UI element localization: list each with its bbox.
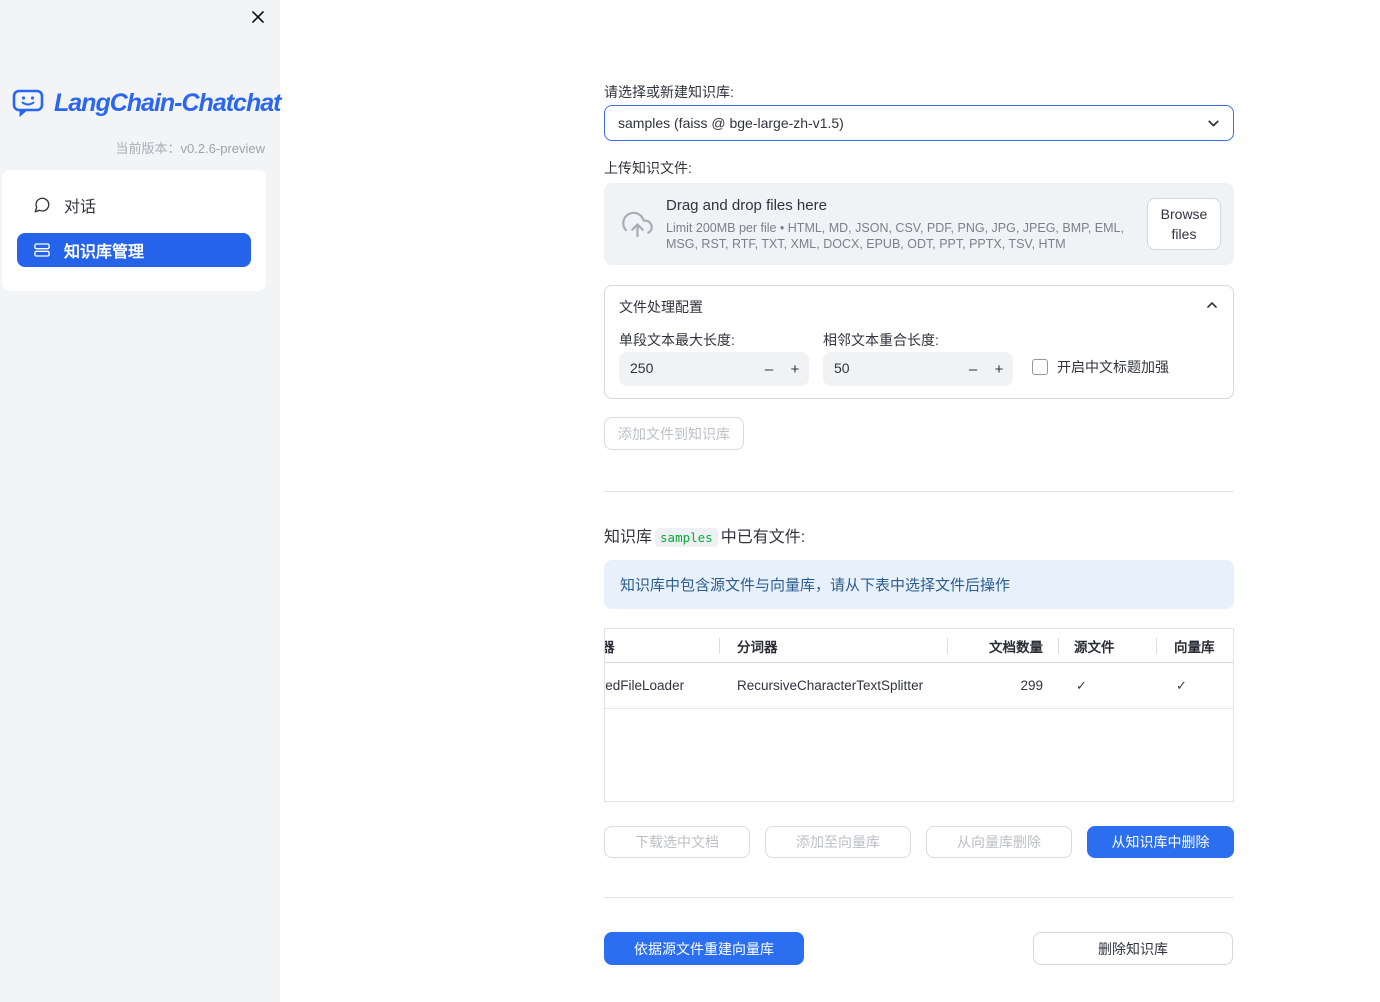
kb-select-value: samples (faiss @ bge-large-zh-v1.5) — [618, 115, 844, 131]
delete-from-kb-button[interactable]: 从知识库中删除 — [1087, 826, 1234, 858]
kb-select-label: 请选择或新建知识库: — [604, 84, 734, 100]
check-icon: ✓ — [1176, 677, 1187, 693]
dropzone-title: Drag and drop files here — [666, 197, 827, 214]
chunk-size-input[interactable]: 250 – + — [619, 352, 809, 386]
database-list-icon — [33, 241, 51, 259]
dropzone-limit-text: Limit 200MB per file • HTML, MD, JSON, C… — [666, 221, 1124, 251]
kb-select[interactable]: samples (faiss @ bge-large-zh-v1.5) — [604, 105, 1234, 141]
divider — [604, 897, 1234, 898]
column-header-splitter[interactable]: 分词器 — [737, 629, 937, 662]
heading-suffix: 中已有文件: — [720, 529, 806, 546]
zh-title-enhance-checkbox[interactable]: 开启中文标题加强 — [1032, 357, 1169, 377]
table-header-row: 文档加载器 分词器 文档数量 源文件 向量库 — [605, 629, 1233, 663]
plus-stepper-button[interactable]: + — [783, 352, 807, 386]
sidebar-menu: 对话 知识库管理 — [2, 170, 266, 291]
column-header-doc-count[interactable]: 文档数量 — [947, 629, 1043, 662]
minus-stepper-button[interactable]: – — [961, 352, 985, 386]
cell-vector-store: ✓ — [1176, 663, 1232, 708]
file-actions-row: 下载选中文档 添加至向量库 从向量库删除 从知识库中删除 — [604, 826, 1234, 858]
table-row[interactable]: UnstructuredFileLoader RecursiveCharacte… — [605, 663, 1233, 709]
check-icon: ✓ — [1076, 677, 1087, 693]
column-divider — [1156, 638, 1157, 654]
version-label: 当前版本： — [115, 141, 181, 156]
upload-label: 上传知识文件: — [604, 160, 692, 176]
file-config-expander: 文件处理配置 单段文本最大长度: 相邻文本重合长度: 250 – + 50 – … — [604, 285, 1234, 399]
column-header-loader[interactable]: 文档加载器 — [605, 629, 719, 662]
close-icon — [250, 9, 266, 25]
rebuild-vector-store-button[interactable]: 依据源文件重建向量库 — [604, 932, 804, 965]
main-content: 请选择或新建知识库: samples (faiss @ bge-large-zh… — [604, 0, 1234, 1002]
info-alert-text: 知识库中包含源文件与向量库，请从下表中选择文件后操作 — [620, 577, 1011, 594]
existing-files-heading: 知识库 samples 中已有文件: — [604, 523, 805, 547]
column-header-vector-store[interactable]: 向量库 — [1174, 629, 1232, 662]
sidebar-item-label: 对话 — [64, 199, 97, 216]
add-files-to-kb-button[interactable]: 添加文件到知识库 — [604, 417, 744, 450]
app-logo: LangChain-Chatchat — [11, 86, 281, 120]
checkbox-label: 开启中文标题加强 — [1057, 359, 1169, 375]
version-info: 当前版本：v0.2.6-preview — [115, 138, 265, 157]
kb-actions-row: 依据源文件重建向量库 删除知识库 — [604, 932, 1234, 966]
minus-stepper-button[interactable]: – — [757, 352, 781, 386]
version-value: v0.2.6-preview — [180, 141, 265, 156]
upload-cloud-icon — [622, 209, 653, 240]
kb-name-code: samples — [655, 528, 718, 547]
browse-files-button[interactable]: Browse files — [1147, 198, 1221, 250]
download-selected-button[interactable]: 下载选中文档 — [604, 826, 750, 858]
file-dropzone[interactable]: Drag and drop files here Limit 200MB per… — [604, 183, 1234, 265]
chat-bubble-icon — [33, 196, 51, 214]
delete-kb-button[interactable]: 删除知识库 — [1033, 932, 1233, 965]
app-title: LangChain-Chatchat — [54, 88, 281, 117]
column-header-source-file[interactable]: 源文件 — [1074, 629, 1154, 662]
chat-logo-icon — [11, 87, 47, 119]
app-window: LangChain-Chatchat 当前版本：v0.2.6-preview 对… — [0, 0, 1380, 1002]
delete-from-vector-store-button[interactable]: 从向量库删除 — [926, 826, 1072, 858]
cell-source-file: ✓ — [1076, 663, 1156, 708]
overlap-size-input[interactable]: 50 – + — [823, 352, 1013, 386]
sidebar-close-button[interactable] — [247, 6, 269, 28]
chunk-size-value: 250 — [630, 360, 654, 376]
info-alert: 知识库中包含源文件与向量库，请从下表中选择文件后操作 — [604, 560, 1234, 609]
plus-stepper-button[interactable]: + — [987, 352, 1011, 386]
sidebar-item-knowledge-base[interactable]: 知识库管理 — [17, 233, 251, 267]
overlap-size-value: 50 — [834, 360, 850, 376]
chevron-down-icon[interactable] — [1205, 115, 1222, 132]
column-divider — [1058, 638, 1059, 654]
cell-doc-count: 299 — [1020, 678, 1043, 693]
sidebar: LangChain-Chatchat 当前版本：v0.2.6-preview 对… — [0, 0, 281, 1002]
add-to-vector-store-button[interactable]: 添加至向量库 — [765, 826, 911, 858]
expander-title[interactable]: 文件处理配置 — [619, 297, 703, 317]
checkbox-unchecked-icon[interactable] — [1032, 359, 1048, 375]
files-table[interactable]: 文档加载器 分词器 文档数量 源文件 向量库 UnstructuredFileL… — [604, 628, 1234, 802]
heading-prefix: 知识库 — [604, 529, 653, 546]
cell-splitter: RecursiveCharacterTextSplitter — [737, 678, 924, 693]
chunk-size-label: 单段文本最大长度: — [619, 332, 735, 348]
cell-loader: UnstructuredFileLoader — [605, 678, 685, 693]
sidebar-item-dialogue[interactable]: 对话 — [17, 188, 251, 222]
sidebar-item-label: 知识库管理 — [64, 244, 145, 261]
divider — [604, 491, 1234, 492]
chevron-up-icon[interactable] — [1204, 297, 1220, 313]
overlap-size-label: 相邻文本重合长度: — [823, 332, 939, 348]
column-divider — [719, 638, 720, 654]
